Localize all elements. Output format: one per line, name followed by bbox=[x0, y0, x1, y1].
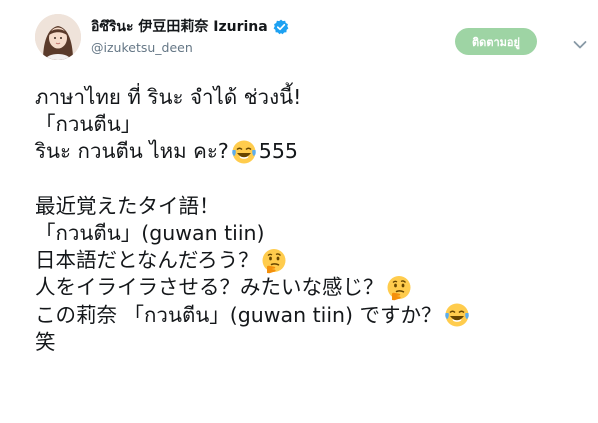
chevron-down-icon[interactable] bbox=[573, 35, 587, 49]
tweet-line-text: 最近覚えたタイ語！ bbox=[35, 193, 220, 218]
tweet-line-text: รินะ กวนตีน ไหม คะ? bbox=[35, 139, 229, 164]
author-handle[interactable]: @izuketsu_deen bbox=[91, 40, 193, 55]
thinking-face-icon bbox=[261, 248, 287, 274]
tweet-line-text: ภาษาไทย ที่ รินะ จำได้ ช่วงนี้! bbox=[35, 85, 302, 109]
tweet-text: ภาษาไทย ที่ รินะ จำได้ ช่วงนี้! 「กวนตีน」… bbox=[35, 84, 590, 356]
tweet-line-text: 「กวนตีน」 bbox=[35, 112, 142, 137]
avatar[interactable] bbox=[35, 14, 81, 60]
thinking-face-icon bbox=[386, 275, 412, 301]
display-name[interactable]: อิซึรินะ 伊豆田莉奈 Izurina bbox=[91, 16, 268, 38]
tweet-line-text: この莉奈 「กวนตีน」(guwan tiin) ですか？ bbox=[35, 302, 442, 327]
face-with-tears-of-joy-icon bbox=[231, 139, 257, 165]
verified-badge-icon bbox=[273, 19, 289, 35]
tweet-line-text: 日本語だとなんだろう？ bbox=[35, 248, 259, 273]
tweet-card: อิซึรินะ 伊豆田莉奈 Izurina @izuketsu_deen ติ… bbox=[0, 0, 598, 423]
tweet-line: 最近覚えたタイ語！ bbox=[35, 193, 590, 220]
tweet-line: รินะ กวนตีน ไหม คะ? 555 bbox=[35, 138, 590, 165]
tweet-line: 日本語だとなんだろう？ bbox=[35, 247, 590, 274]
tweet-line: 「กวนตีน」(guwan tiin) bbox=[35, 220, 590, 247]
tweet-line: 人をイライラさせる？みたいな感じ？ bbox=[35, 274, 590, 301]
face-with-tears-of-joy-icon bbox=[444, 302, 470, 328]
tweet-line-text: 555 bbox=[258, 139, 298, 164]
author-name-row[interactable]: อิซึรินะ 伊豆田莉奈 Izurina bbox=[91, 16, 289, 38]
tweet-line-text: 「กวนตีน」(guwan tiin) bbox=[35, 220, 265, 245]
tweet-line: ภาษาไทย ที่ รินะ จำได้ ช่วงนี้! bbox=[35, 84, 590, 111]
tweet-line-text: 人をイライラさせる？みたいな感じ？ bbox=[35, 275, 384, 300]
tweet-line: 笑 bbox=[35, 329, 590, 356]
following-button[interactable]: ติดตามอยู่ bbox=[455, 28, 537, 55]
tweet-line: この莉奈 「กวนตีน」(guwan tiin) ですか？ bbox=[35, 302, 590, 329]
tweet-line: 「กวนตีน」 bbox=[35, 111, 590, 138]
tweet-line-text: 笑 bbox=[35, 329, 56, 354]
